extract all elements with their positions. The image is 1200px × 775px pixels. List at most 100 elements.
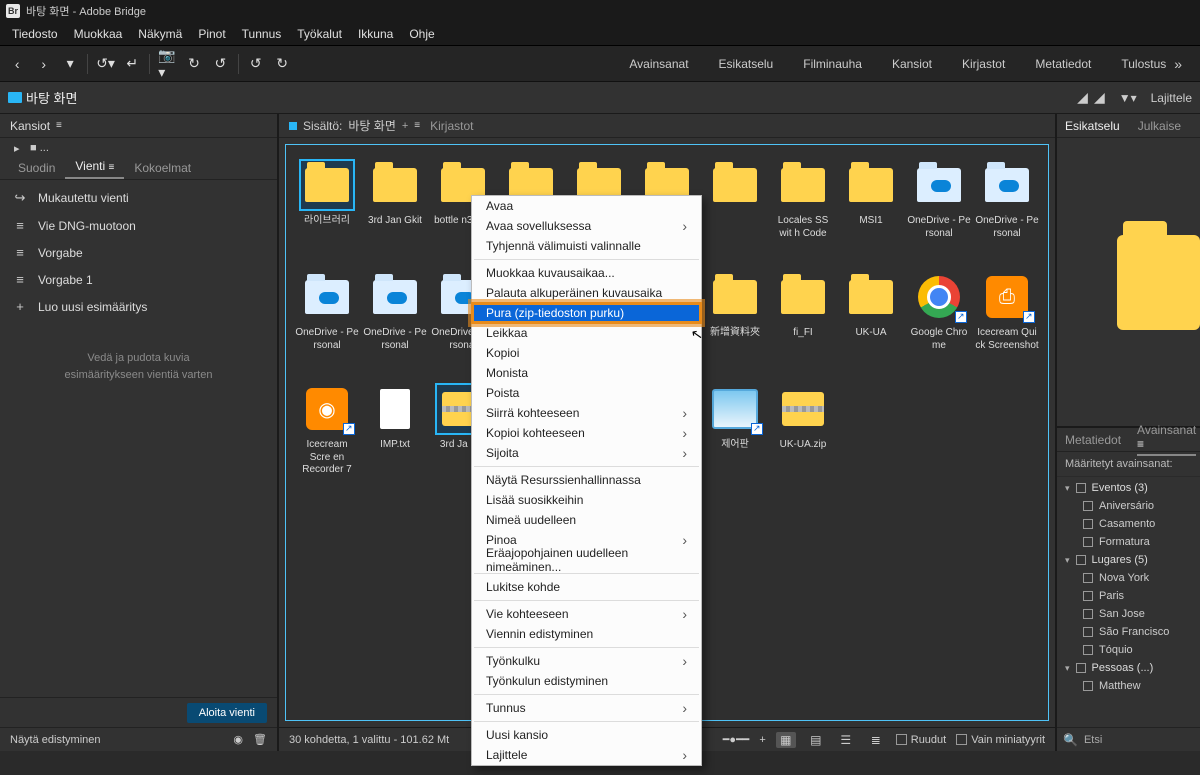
export-drop-area[interactable]: Vedä ja pudota kuvia esimääritykseen vie… <box>0 324 277 697</box>
keyword-item[interactable]: Formatura <box>1057 533 1200 551</box>
menu-pinot[interactable]: Pinot <box>190 24 233 44</box>
context-item[interactable]: Monista <box>472 363 701 383</box>
sort-button[interactable]: Lajittele <box>1151 91 1192 105</box>
thumbnail[interactable]: 제어판 <box>702 383 768 493</box>
refresh-button[interactable]: ↺ <box>211 53 229 75</box>
context-item[interactable]: Uusi kansio <box>472 725 701 745</box>
output-button[interactable]: ↻ <box>185 53 203 75</box>
menu-ohje[interactable]: Ohje <box>401 24 442 44</box>
thumbnail[interactable]: 3rd Jan Gkit <box>362 159 428 269</box>
context-item[interactable]: Muokkaa kuvausaikaa... <box>472 263 701 283</box>
keyword-item[interactable]: Nova York <box>1057 569 1200 587</box>
thumbnail[interactable]: MSI1 <box>838 159 904 269</box>
thumbnail[interactable]: OneDrive - Pe rsonal <box>974 159 1040 269</box>
keyword-item[interactable]: Casamento <box>1057 515 1200 533</box>
context-item[interactable]: Eräajopohjainen uudelleen nimeäminen... <box>472 550 701 570</box>
context-item[interactable]: Tunnus <box>472 698 701 718</box>
workspace-kansiot[interactable]: Kansiot <box>892 53 932 75</box>
keyword-item[interactable]: Aniversário <box>1057 497 1200 515</box>
filter-funnel-button[interactable]: ▼▾ <box>1119 91 1137 105</box>
keyword-group[interactable]: ▾Pessoas (...) <box>1057 659 1200 677</box>
tab-content[interactable]: Sisältö: 바탕 화면 + ≡ <box>289 117 420 134</box>
tab-preview[interactable]: Esikatselu <box>1065 119 1120 133</box>
recent-button[interactable]: ↺▾ <box>96 53 115 75</box>
tab-export[interactable]: Vienti ≡ <box>65 155 124 179</box>
progress-icon[interactable]: ◉ <box>233 733 243 746</box>
thumbnail[interactable]: UK-UA <box>838 271 904 381</box>
tree-node[interactable]: ▸■ ... <box>0 138 277 156</box>
thumbnail[interactable]: 新增資料夾 <box>702 271 768 381</box>
thumbnail[interactable] <box>702 159 768 269</box>
export-preset[interactable]: ↪Mukautettu vienti <box>0 184 277 212</box>
thumb-large-icon[interactable]: ◢ <box>1094 89 1105 106</box>
context-item[interactable]: Leikkaa <box>472 323 701 343</box>
keyword-group[interactable]: ▾Lugares (5) <box>1057 551 1200 569</box>
thumbnail[interactable]: ⎙Icecream Qui ck Screenshot <box>974 271 1040 381</box>
menu-työkalut[interactable]: Työkalut <box>289 24 350 44</box>
menu-tunnus[interactable]: Tunnus <box>234 24 290 44</box>
thumbnail[interactable]: OneDrive - Pe rsonal <box>362 271 428 381</box>
thumbnail[interactable]: IMP.txt <box>362 383 428 493</box>
nav-up-button[interactable]: ↵ <box>123 53 141 75</box>
export-preset[interactable]: ≡Vorgabe 1 <box>0 266 277 293</box>
view-thumb-button[interactable]: ▤ <box>806 732 826 748</box>
workspace-kirjastot[interactable]: Kirjastot <box>962 53 1005 75</box>
tab-publish[interactable]: Julkaise <box>1138 119 1181 133</box>
menu-ikkuna[interactable]: Ikkuna <box>350 24 401 44</box>
thumbnail[interactable]: OneDrive - Pe rsonal <box>294 271 360 381</box>
context-item[interactable]: Tyhjennä välimuisti valinnalle <box>472 236 701 256</box>
tab-libraries[interactable]: Kirjastot <box>430 119 473 133</box>
import-camera-button[interactable]: 📷▾ <box>158 53 176 75</box>
tab-filter[interactable]: Suodin <box>8 157 65 179</box>
menu-muokkaa[interactable]: Muokkaa <box>66 24 131 44</box>
thumbnail[interactable]: Locales SS wit h Code <box>770 159 836 269</box>
thumbnail[interactable]: 라이브러리 <box>294 159 360 269</box>
context-item[interactable]: Sijoita <box>472 443 701 463</box>
workspace-filminauha[interactable]: Filminauha <box>803 53 862 75</box>
context-item[interactable]: Lisää suosikkeihin <box>472 490 701 510</box>
keyword-search[interactable]: 🔍 Etsi <box>1057 727 1200 751</box>
view-details-button[interactable]: ☰ <box>836 732 856 748</box>
context-item[interactable]: Lukitse kohde <box>472 577 701 597</box>
workspace-metatiedot[interactable]: Metatiedot <box>1035 53 1091 75</box>
workspace-esikatselu[interactable]: Esikatselu <box>719 53 774 75</box>
start-export-button[interactable]: Aloita vienti <box>187 703 267 723</box>
breadcrumb[interactable]: 바탕 화면 <box>8 88 77 107</box>
folders-panel-header[interactable]: Kansiot ≡ <box>0 114 277 138</box>
menu-tiedosto[interactable]: Tiedosto <box>4 24 66 44</box>
context-item[interactable]: Lajittele <box>472 745 701 765</box>
workspace-more-button[interactable]: » <box>1174 56 1182 72</box>
export-preset[interactable]: +Luo uusi esimääritys <box>0 293 277 320</box>
thumb-small-icon[interactable]: ◢ <box>1077 89 1088 106</box>
keyword-item[interactable]: Paris <box>1057 587 1200 605</box>
keyword-item[interactable]: São Francisco <box>1057 623 1200 641</box>
view-grid-button[interactable]: ▦ <box>776 732 796 748</box>
context-item[interactable]: Näytä Resurssienhallinnassa <box>472 470 701 490</box>
context-item[interactable]: Kopioi <box>472 343 701 363</box>
context-item[interactable]: Kopioi kohteeseen <box>472 423 701 443</box>
thumbnail[interactable]: fi_FI <box>770 271 836 381</box>
context-item[interactable]: Työnkulku <box>472 651 701 671</box>
context-item[interactable]: Työnkulun edistyminen <box>472 671 701 691</box>
export-preset[interactable]: ≡Vie DNG-muotoon <box>0 212 277 239</box>
context-item[interactable]: Poista <box>472 383 701 403</box>
keyword-item[interactable]: San Jose <box>1057 605 1200 623</box>
tab-collections[interactable]: Kokoelmat <box>124 157 201 179</box>
context-item[interactable]: Avaa sovelluksessa <box>472 216 701 236</box>
tab-metadata[interactable]: Metatiedot <box>1065 433 1121 447</box>
nav-back-button[interactable]: ‹ <box>8 53 26 75</box>
thumbnail[interactable]: ◉Icecream Scre en Recorder 7 <box>294 383 360 493</box>
menu-näkymä[interactable]: Näkymä <box>130 24 190 44</box>
context-item[interactable]: Viennin edistyminen <box>472 624 701 644</box>
context-item[interactable]: Pura (zip-tiedoston purku) <box>472 303 701 323</box>
view-list-button[interactable]: ≣ <box>866 732 886 748</box>
thumbnail[interactable]: UK-UA.zip <box>770 383 836 493</box>
panel-menu-icon[interactable]: ≡ <box>56 120 62 131</box>
add-button[interactable]: + <box>759 734 765 746</box>
keyword-item[interactable]: Matthew <box>1057 677 1200 695</box>
zoom-slider[interactable]: ━●━━ <box>723 733 750 746</box>
context-item[interactable]: Siirrä kohteeseen <box>472 403 701 423</box>
rotate-cw-button[interactable]: ↻ <box>273 53 291 75</box>
rotate-ccw-button[interactable]: ↺ <box>246 53 264 75</box>
workspace-tulostus[interactable]: Tulostus <box>1121 53 1166 75</box>
